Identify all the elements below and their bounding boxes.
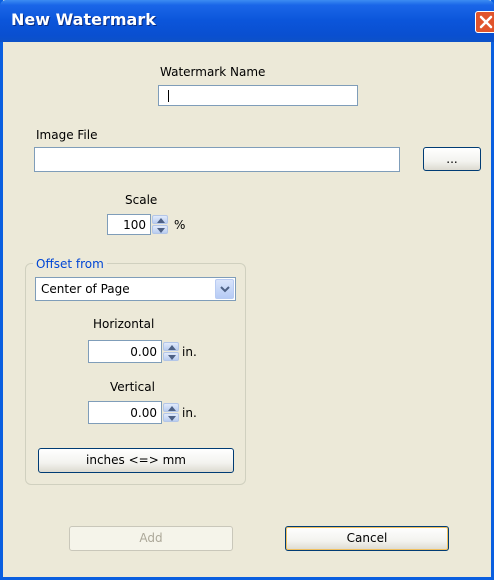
new-watermark-dialog: New Watermark Watermark Name Image File … — [0, 0, 494, 580]
close-icon — [479, 15, 493, 29]
vertical-value: 0.00 — [130, 406, 157, 420]
scale-up-button[interactable] — [152, 215, 168, 224]
arrow-up-icon — [168, 345, 176, 350]
scale-label: Scale — [125, 193, 158, 207]
text-caret — [168, 90, 169, 102]
arrow-down-icon — [168, 355, 176, 360]
vertical-input[interactable]: 0.00 — [88, 401, 162, 424]
scale-value: 100 — [123, 218, 146, 232]
vertical-unit: in. — [182, 406, 197, 420]
horizontal-up-button[interactable] — [163, 342, 179, 351]
add-button[interactable]: Add — [69, 526, 233, 551]
arrow-down-icon — [168, 416, 176, 421]
horizontal-down-button[interactable] — [163, 352, 179, 361]
vertical-label: Vertical — [110, 380, 155, 394]
offset-from-select[interactable]: Center of Page — [35, 277, 236, 301]
watermark-name-label: Watermark Name — [160, 65, 266, 79]
vertical-spinner[interactable] — [163, 403, 179, 422]
arrow-down-icon — [157, 228, 165, 233]
image-file-label: Image File — [36, 128, 98, 142]
horizontal-label: Horizontal — [93, 317, 155, 331]
offset-from-value: Center of Page — [41, 282, 130, 296]
scale-spinner[interactable] — [152, 215, 168, 234]
dropdown-button[interactable] — [215, 279, 234, 299]
watermark-name-input[interactable] — [158, 85, 358, 106]
horizontal-unit: in. — [182, 345, 197, 359]
window-title: New Watermark — [11, 10, 156, 29]
image-file-input[interactable] — [34, 147, 400, 172]
browse-button[interactable]: ... — [423, 147, 481, 171]
convert-units-button[interactable]: inches <=> mm — [38, 448, 234, 473]
arrow-up-icon — [157, 218, 165, 223]
chevron-down-icon — [220, 286, 230, 293]
vertical-down-button[interactable] — [163, 413, 179, 422]
arrow-up-icon — [168, 406, 176, 411]
scale-down-button[interactable] — [152, 225, 168, 234]
scale-input[interactable]: 100 — [107, 214, 151, 235]
horizontal-value: 0.00 — [130, 345, 157, 359]
horizontal-input[interactable]: 0.00 — [88, 340, 162, 363]
scale-unit: % — [174, 218, 186, 232]
vertical-up-button[interactable] — [163, 403, 179, 412]
title-bar[interactable]: New Watermark — [0, 0, 494, 42]
offset-group-label: Offset from — [33, 257, 107, 271]
close-button[interactable] — [475, 11, 494, 33]
cancel-button[interactable]: Cancel — [285, 526, 449, 551]
horizontal-spinner[interactable] — [163, 342, 179, 361]
